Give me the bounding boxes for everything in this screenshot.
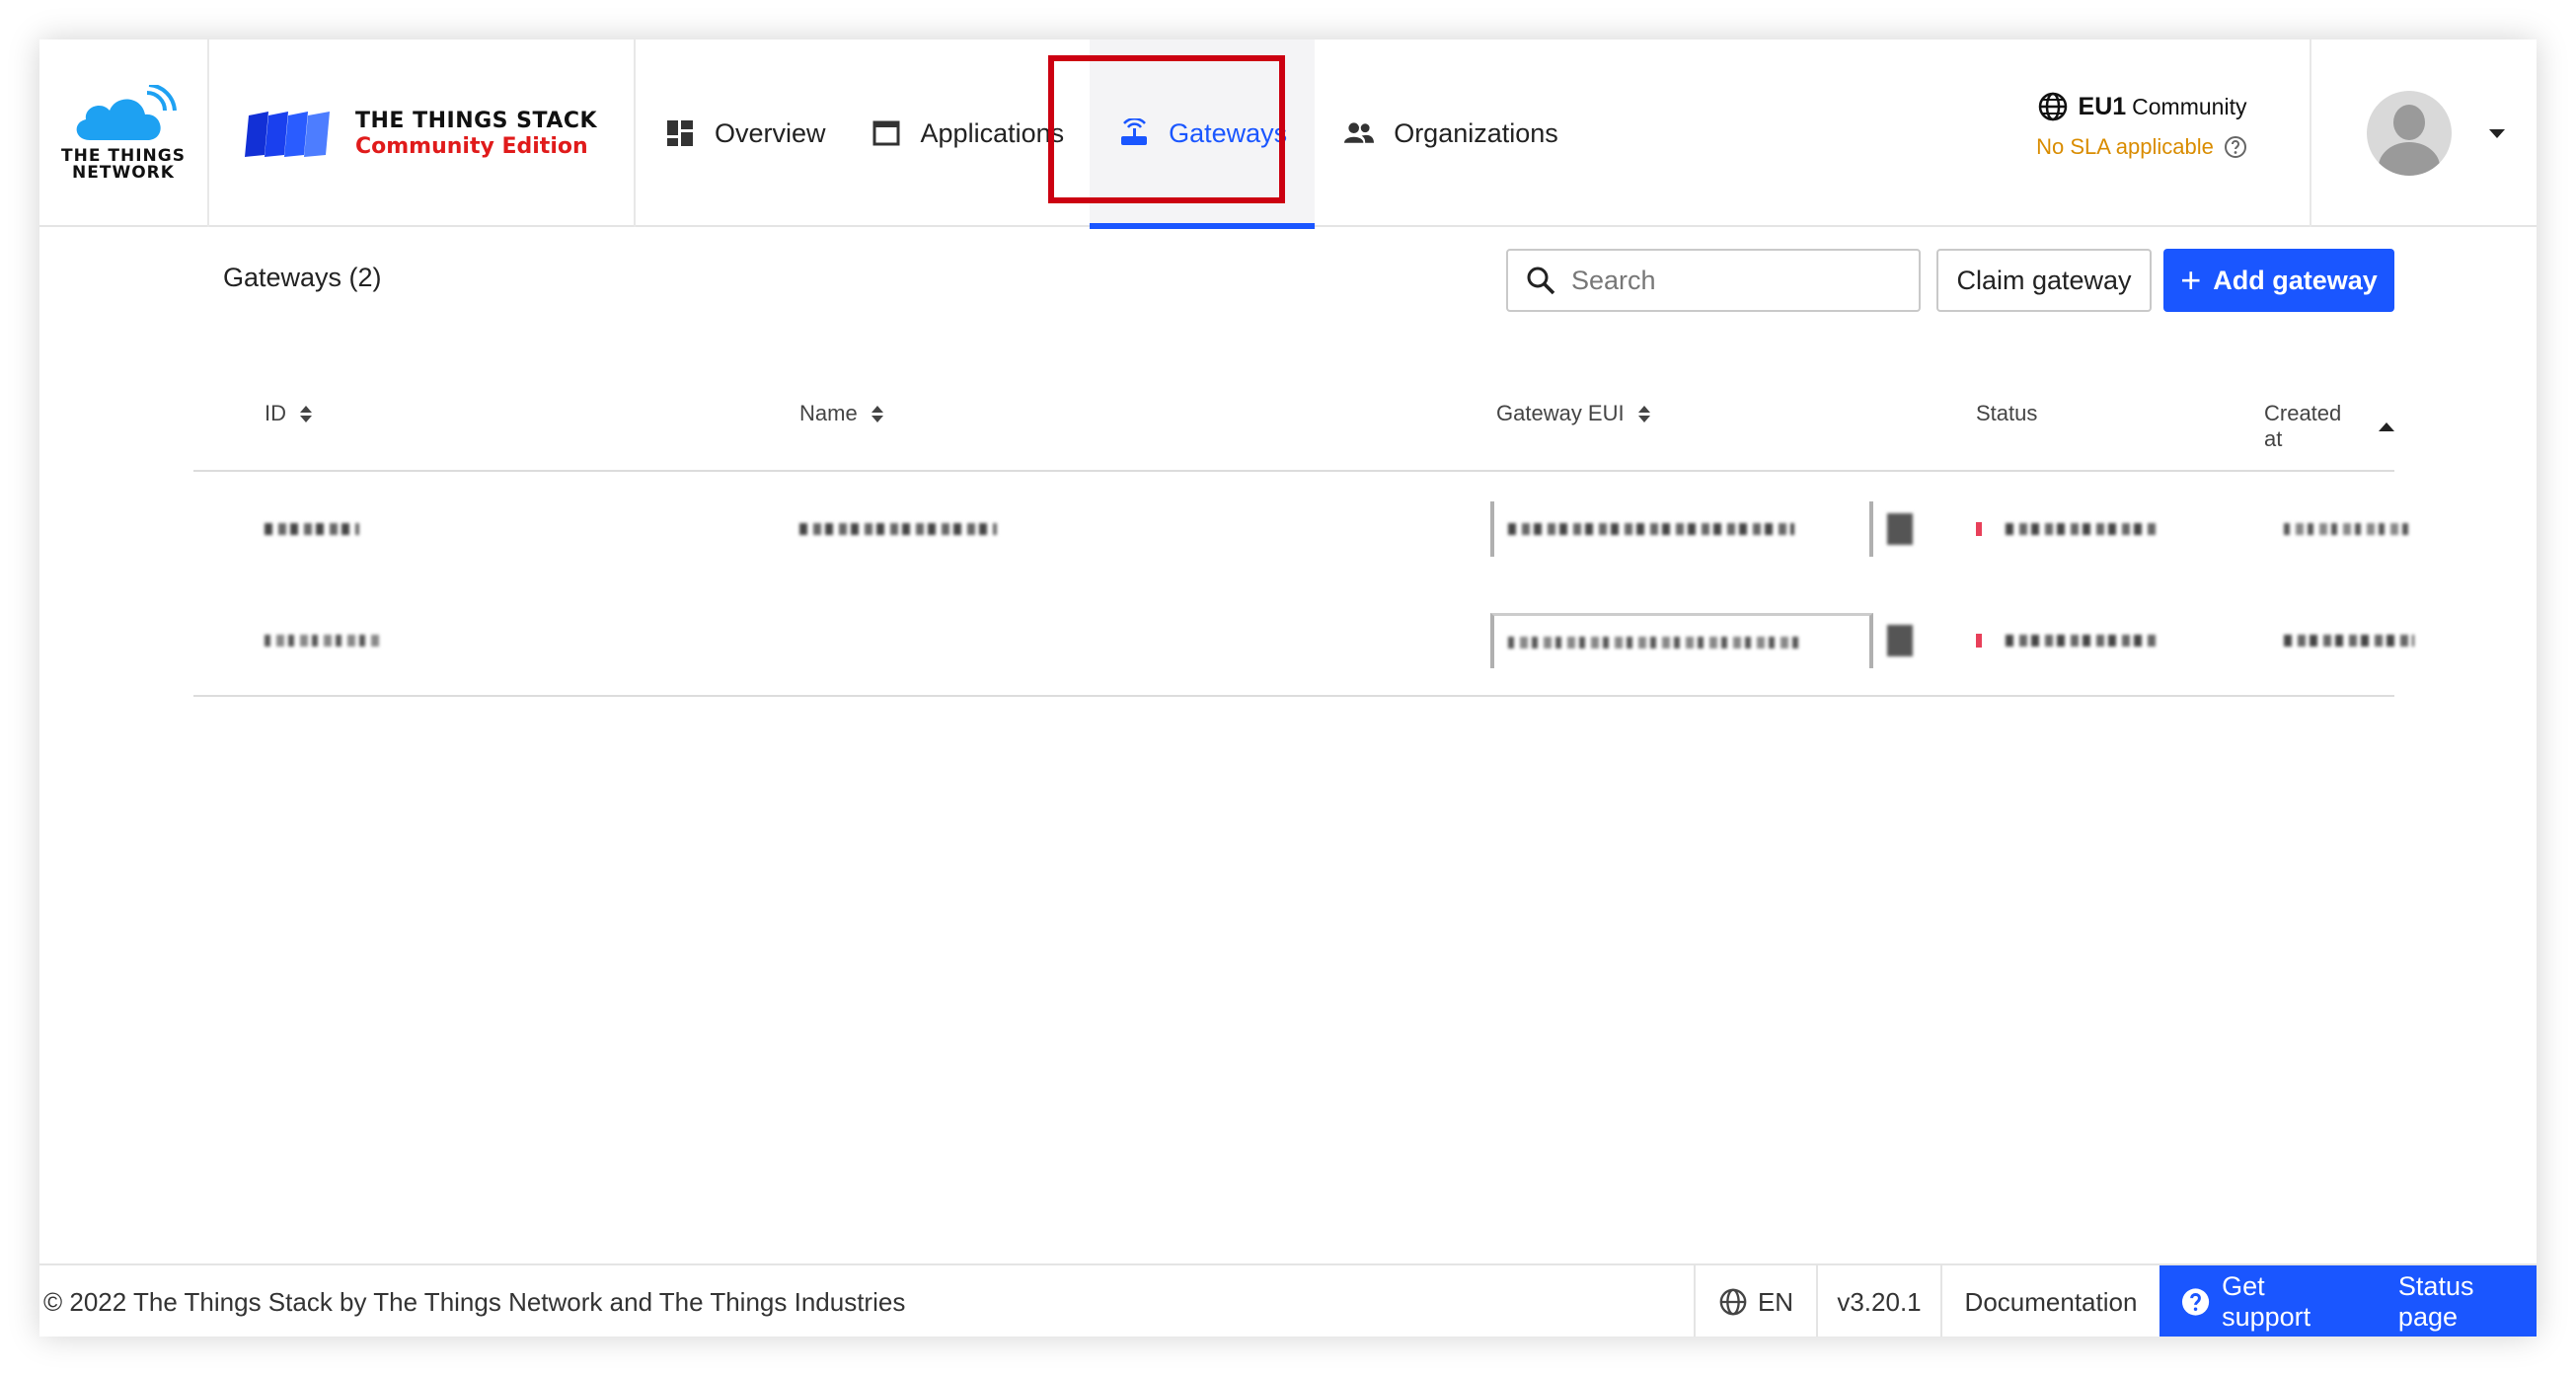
globe-icon: [2038, 92, 2067, 121]
nav-organizations-label: Organizations: [1394, 117, 1558, 148]
footer: © 2022 The Things Stack by The Things Ne…: [39, 1263, 2537, 1337]
cluster-info[interactable]: EU1 Community No SLA applicable: [2004, 91, 2280, 160]
language-label: EN: [1757, 1286, 1794, 1317]
sort-icon: [300, 405, 312, 422]
claim-gateway-button[interactable]: Claim gateway: [1936, 249, 2152, 312]
table-header: ID Name Gateway EUI Status Created at: [193, 355, 2394, 472]
tts-subtitle: Community Edition: [355, 133, 588, 159]
cluster-name: EU1: [2078, 92, 2127, 120]
get-support-button[interactable]: Get support: [2181, 1271, 2357, 1333]
column-header-name[interactable]: Name: [799, 401, 883, 426]
avatar[interactable]: [2367, 91, 2452, 176]
copyright-text: © 2022 The Things Stack by The Things Ne…: [43, 1286, 906, 1317]
search-icon: [1527, 267, 1555, 295]
search-box[interactable]: [1506, 249, 1921, 312]
globe-icon: [1719, 1288, 1747, 1316]
tts-stack-icon: [245, 112, 330, 157]
cell-gateway-eui: [1490, 586, 1913, 695]
column-label: Name: [799, 401, 858, 425]
cell-status: [1976, 472, 2156, 586]
copy-icon[interactable]: [1887, 513, 1913, 545]
ttn-logo-line2: NETWORK: [72, 163, 175, 183]
column-label: ID: [265, 401, 286, 425]
sort-ascending-icon: [2379, 421, 2394, 431]
ttn-logo[interactable]: THE THINGS NETWORK: [39, 39, 209, 227]
status-page-link[interactable]: Status page: [2398, 1271, 2537, 1333]
column-label: Status: [1976, 401, 2038, 425]
gateway-router-icon: [1119, 118, 1149, 148]
cell-id: [265, 472, 359, 586]
eui-display: [1490, 613, 1873, 668]
cell-name: [799, 472, 997, 586]
nav-organizations[interactable]: Organizations: [1315, 39, 1588, 227]
column-header-status: Status: [1976, 401, 2037, 426]
column-label: Created at: [2264, 401, 2342, 451]
nav-gateways[interactable]: Gateways: [1090, 39, 1316, 229]
language-selector[interactable]: EN: [1694, 1265, 1816, 1337]
cell-created-at: [2284, 472, 2414, 586]
sort-icon: [1637, 405, 1650, 422]
table-row[interactable]: [193, 472, 2414, 586]
tts-logo[interactable]: THE THINGS STACK Community Edition: [209, 39, 636, 227]
get-support-label: Get support: [2222, 1271, 2311, 1332]
status-dot: [1976, 522, 1982, 536]
sla-text: No SLA applicable: [2036, 134, 2214, 159]
add-gateway-label: Add gateway: [2213, 265, 2378, 295]
nav-overview[interactable]: Overview: [636, 39, 856, 227]
cell-created-at: [2284, 586, 2414, 695]
column-header-created-at[interactable]: Created at: [2264, 401, 2394, 452]
column-label: Gateway EUI: [1496, 401, 1625, 425]
help-circle-icon[interactable]: [2224, 135, 2247, 159]
cell-status: [1976, 586, 2156, 695]
chevron-down-icon[interactable]: [2489, 128, 2505, 138]
sort-icon: [871, 405, 883, 422]
main-nav: Overview Applications Gateways Organizat…: [636, 39, 1588, 229]
help-circle-icon: [2181, 1288, 2210, 1316]
app-window: THE THINGS NETWORK THE THINGS STACK Comm…: [39, 39, 2537, 1337]
gateways-table: ID Name Gateway EUI Status Created at: [193, 355, 2414, 697]
eui-display: [1490, 501, 1873, 557]
people-icon: [1344, 118, 1375, 148]
page-title: Gateways (2): [223, 263, 382, 292]
version-label: v3.20.1: [1816, 1265, 1940, 1337]
cloud-wifi-icon: [76, 85, 177, 140]
table-row[interactable]: [193, 586, 2414, 697]
status-dot: [1976, 634, 1982, 648]
documentation-link[interactable]: Documentation: [1940, 1265, 2159, 1337]
nav-applications[interactable]: Applications: [856, 39, 1091, 227]
top-header: THE THINGS NETWORK THE THINGS STACK Comm…: [39, 39, 2537, 229]
search-input[interactable]: [1571, 265, 1907, 296]
plus-icon: +: [2180, 260, 2202, 300]
copy-icon[interactable]: [1887, 625, 1913, 656]
cell-id: [265, 586, 379, 695]
dashboard-icon: [665, 118, 695, 148]
nav-gateways-label: Gateways: [1169, 117, 1288, 148]
nav-applications-label: Applications: [920, 117, 1065, 148]
column-header-gateway-eui[interactable]: Gateway EUI: [1496, 401, 1650, 426]
cluster-suffix: Community: [2132, 93, 2247, 119]
nav-overview-label: Overview: [715, 117, 826, 148]
tts-title: THE THINGS STACK: [355, 108, 598, 133]
column-header-id[interactable]: ID: [265, 401, 312, 426]
user-menu[interactable]: [2310, 39, 2537, 227]
support-bar: Get support Status page: [2159, 1265, 2537, 1337]
add-gateway-button[interactable]: + Add gateway: [2163, 249, 2394, 312]
cell-gateway-eui: [1490, 472, 1913, 586]
application-window-icon: [871, 118, 901, 148]
